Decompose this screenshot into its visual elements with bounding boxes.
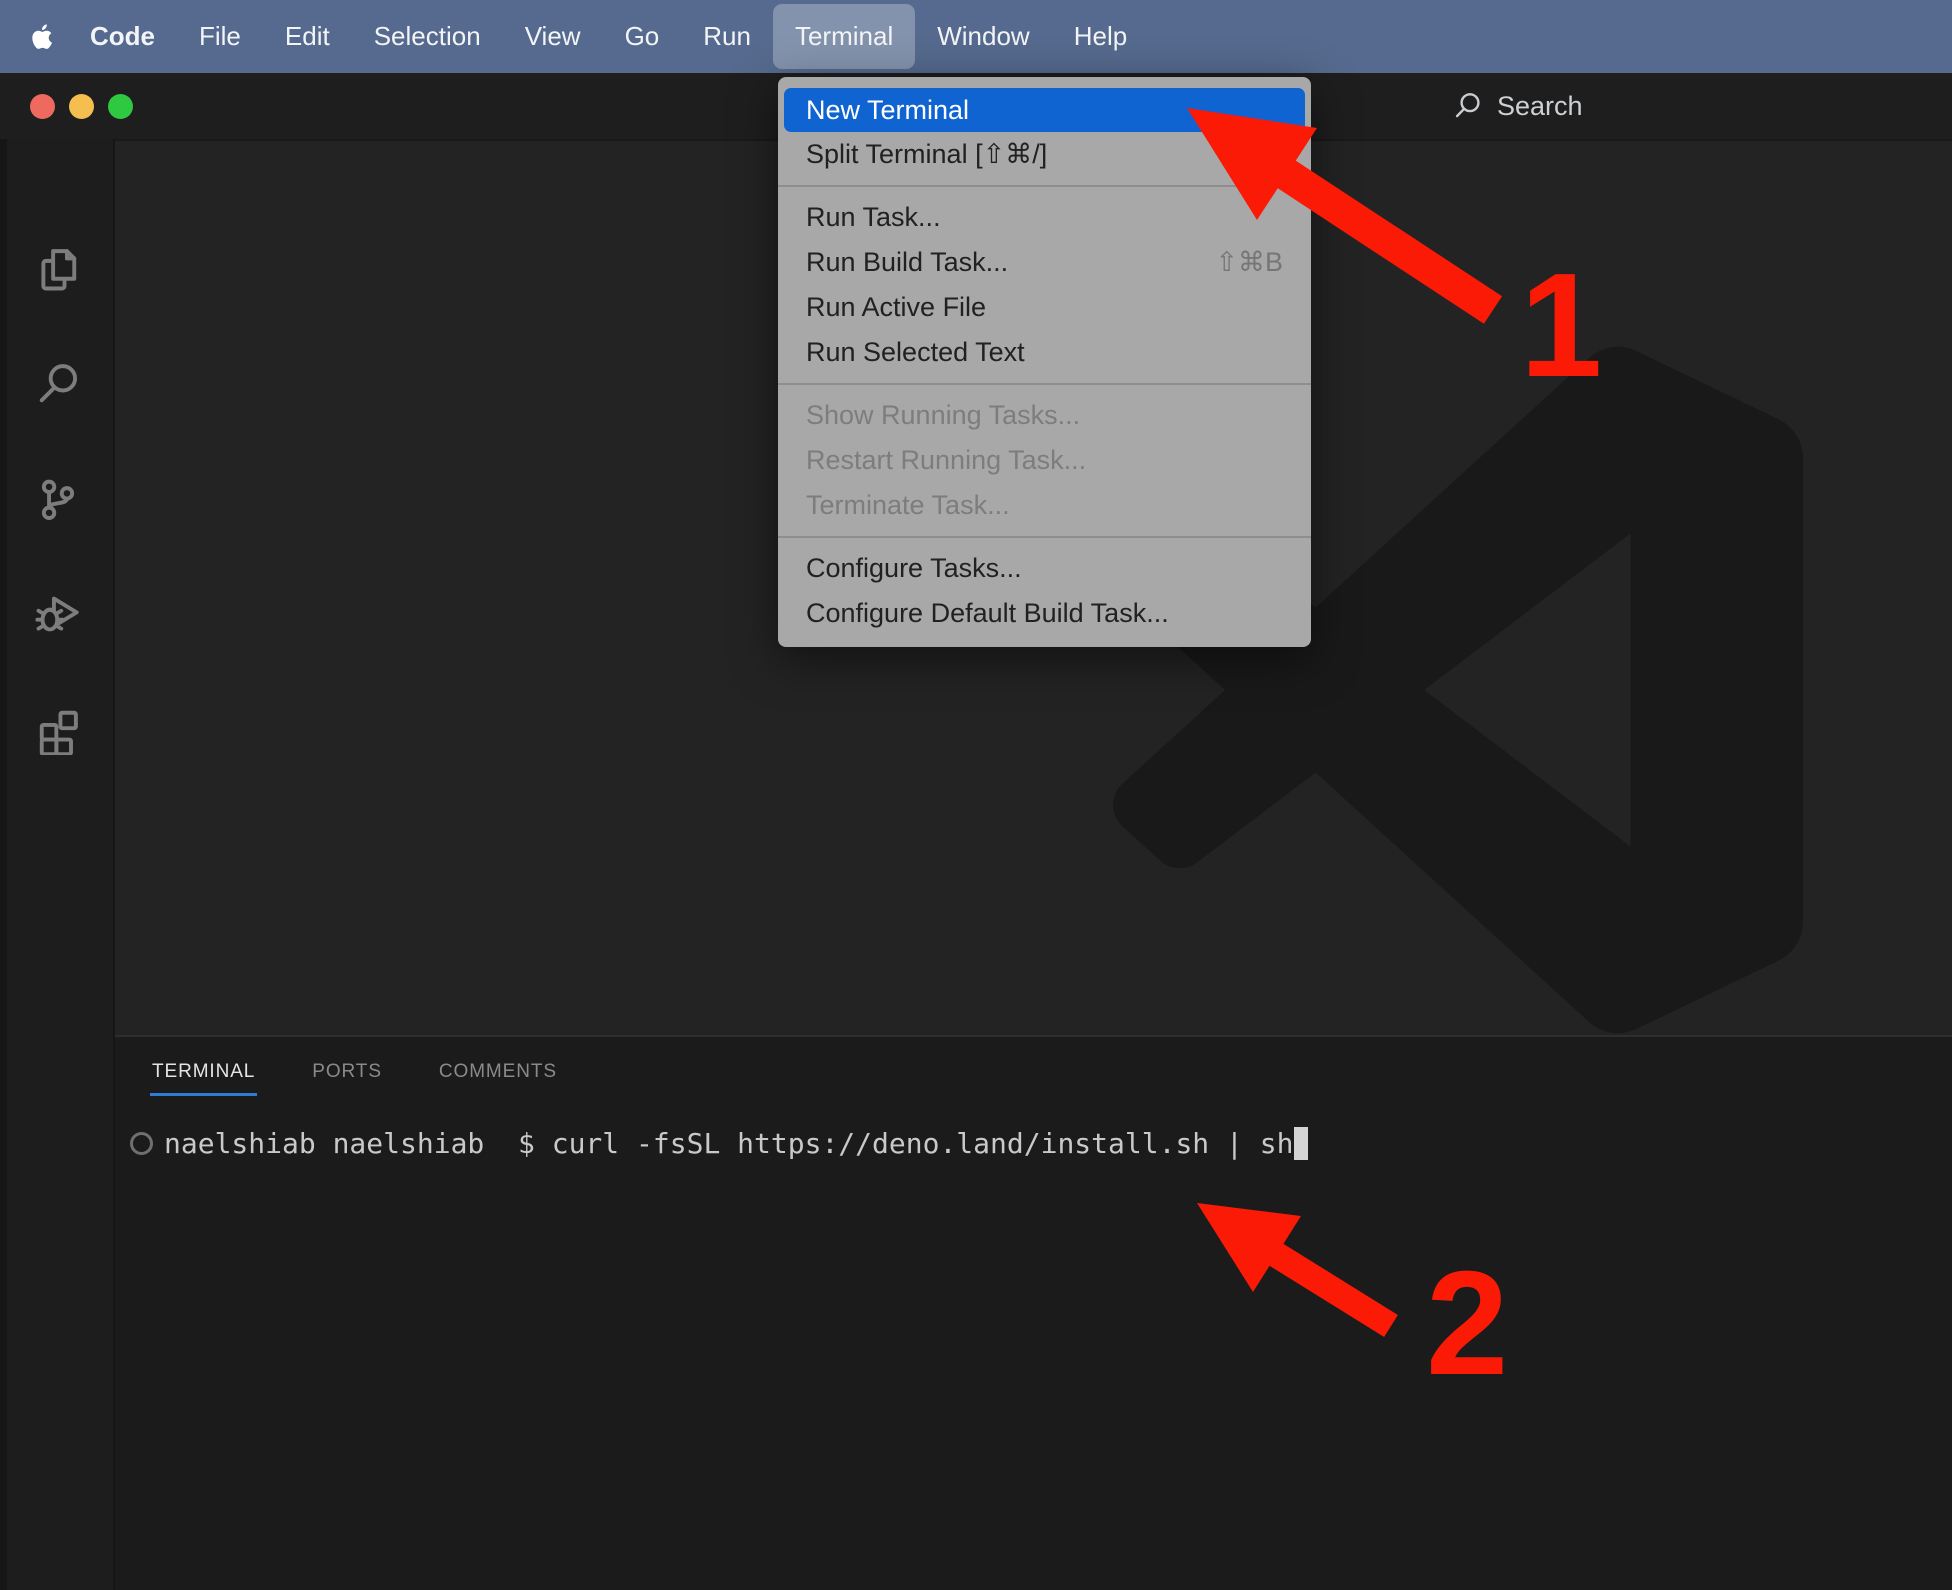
menu-item-label: New Terminal [806, 94, 970, 125]
bottom-panel: TERMINAL PORTS COMMENTS naelshiab naelsh… [115, 1035, 1952, 1590]
menu-item-run-task[interactable]: Run Task... [778, 195, 1311, 240]
menu-item-split-terminal[interactable]: Split Terminal [⇧⌘/] [778, 132, 1311, 177]
menubar-item-go[interactable]: Go [603, 4, 682, 69]
menu-separator [778, 185, 1311, 187]
terminal-command-line[interactable]: naelshiab naelshiab $ curl -fsSL https:/… [130, 1127, 1309, 1160]
menubar-item-view[interactable]: View [503, 4, 603, 69]
menu-item-label: Split Terminal [⇧⌘/] [806, 139, 1048, 169]
menubar-item-run[interactable]: Run [681, 4, 773, 69]
menu-item-configure-default-build-task[interactable]: Configure Default Build Task... [778, 591, 1311, 636]
apple-menu[interactable] [0, 4, 68, 69]
zoom-button[interactable] [108, 93, 133, 119]
menu-item-terminate-task: Terminate Task... [778, 483, 1311, 528]
menu-separator [778, 536, 1311, 538]
close-button[interactable] [30, 93, 55, 119]
search-field[interactable]: Search [1452, 73, 1583, 139]
activity-bar [0, 139, 115, 1590]
command-decoration-icon [130, 1132, 153, 1155]
menu-item-run-active-file[interactable]: Run Active File [778, 285, 1311, 330]
explorer-icon[interactable] [32, 243, 84, 295]
menubar-item-terminal[interactable]: Terminal [772, 4, 916, 69]
terminal-dropdown-menu: New Terminal Split Terminal [⇧⌘/] Run Ta… [778, 77, 1311, 647]
menubar-item-edit[interactable]: Edit [263, 4, 352, 69]
menu-item-label: Run Selected Text [806, 337, 1025, 367]
search-icon [1455, 93, 1480, 118]
menubar-item-selection[interactable]: Selection [352, 4, 503, 69]
menu-item-label: Show Running Tasks... [806, 400, 1081, 430]
search-label: Search [1497, 90, 1583, 121]
menu-item-label: Terminate Task... [806, 490, 1010, 520]
menubar-item-help[interactable]: Help [1052, 4, 1149, 69]
minimize-button[interactable] [69, 93, 94, 119]
menu-item-restart-running-task: Restart Running Task... [778, 438, 1311, 483]
menu-item-new-terminal[interactable]: New Terminal [784, 88, 1305, 132]
terminal-cursor [1294, 1127, 1309, 1160]
terminal-command-text: naelshiab naelshiab $ curl -fsSL https:/… [164, 1127, 1294, 1160]
menubar-app-name[interactable]: Code [68, 4, 177, 69]
menu-item-configure-tasks[interactable]: Configure Tasks... [778, 546, 1311, 591]
menu-separator [778, 383, 1311, 385]
menu-item-show-running-tasks: Show Running Tasks... [778, 393, 1311, 438]
menu-item-label: Restart Running Task... [806, 445, 1087, 475]
menu-item-run-selected-text[interactable]: Run Selected Text [778, 330, 1311, 375]
step-number-2: 2 [1426, 1241, 1509, 1406]
menu-item-label: Run Active File [806, 292, 987, 322]
step-number-1: 1 [1520, 243, 1603, 408]
tab-terminal[interactable]: TERMINAL [150, 1055, 258, 1096]
vscode-macos-screenshot: Code File Edit Selection View Go Run Ter… [0, 0, 1952, 1590]
menu-item-shortcut: ⇧⌘B [1215, 247, 1283, 277]
tab-ports[interactable]: PORTS [310, 1055, 384, 1096]
apple-icon [32, 23, 53, 49]
menu-item-run-build-task[interactable]: Run Build Task... ⇧⌘B [778, 240, 1311, 285]
source-control-icon[interactable] [32, 473, 84, 525]
menubar-item-window[interactable]: Window [915, 4, 1051, 69]
macos-menubar: Code File Edit Selection View Go Run Ter… [0, 0, 1952, 73]
tab-comments[interactable]: COMMENTS [437, 1055, 559, 1096]
menu-item-label: Configure Default Build Task... [806, 598, 1169, 628]
traffic-lights [30, 73, 133, 139]
menu-item-label: Configure Tasks... [806, 553, 1022, 583]
run-debug-icon[interactable] [32, 588, 84, 640]
menu-item-label: Run Build Task... [806, 247, 1009, 277]
menubar-item-file[interactable]: File [177, 4, 263, 69]
search-sidebar-icon[interactable] [32, 358, 84, 410]
panel-tabs: TERMINAL PORTS COMMENTS [150, 1055, 559, 1096]
menu-item-label: Run Task... [806, 202, 941, 232]
extensions-icon[interactable] [32, 703, 84, 755]
